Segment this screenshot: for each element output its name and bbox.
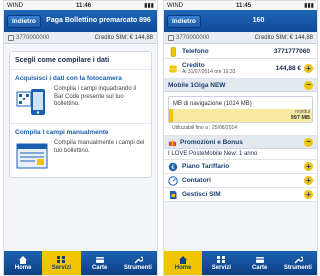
- manual-option-title[interactable]: Compila i campi manualmente: [15, 129, 146, 136]
- expand-icon[interactable]: +: [304, 162, 313, 171]
- traffic-label: MB di navigazione (1024 MB): [173, 101, 252, 107]
- sim-info-bar: 3770000000 Credito SIM: € 144,88: [164, 32, 317, 44]
- camera-option[interactable]: Acquisisci i dati con la fotocamera Comp…: [10, 70, 151, 124]
- tab-bar: Home Servizi Carte Strumenti: [164, 251, 317, 275]
- tab-strumenti-label: Strumenti: [283, 265, 312, 271]
- home-icon: [19, 256, 28, 264]
- card-heading: Scegli come compilare i dati: [10, 52, 151, 70]
- cards-icon: [255, 257, 264, 263]
- telefono-label: Telefono: [182, 48, 209, 55]
- contatori-row[interactable]: Contatori +: [164, 174, 317, 188]
- sim-credit: Credito SIM: € 144,88: [94, 34, 153, 41]
- collapse-icon[interactable]: −: [304, 137, 313, 147]
- form-icon: [16, 143, 48, 169]
- sim-icon: [168, 34, 174, 41]
- manual-option[interactable]: Compila i campi manualmente Compila manu…: [10, 124, 151, 177]
- expand-icon[interactable]: +: [304, 190, 313, 199]
- promo-title: Promozioni e Bonus: [180, 138, 243, 146]
- page-title: Paga Bollettino premarcato 896: [46, 17, 151, 24]
- sim-info-bar: 3770000000 Credito SIM: € 144,88: [4, 32, 157, 44]
- left-screen: WIND 11:46 ▮▮▮ Indietro Paga Bollettino …: [3, 0, 158, 276]
- tab-servizi-label: Servizi: [51, 265, 72, 271]
- cards-icon: [95, 257, 104, 263]
- contatori-label: Contatori: [182, 177, 211, 184]
- status-bar: WIND 11:46 ▮▮▮: [4, 1, 157, 10]
- promo-item[interactable]: I LOVE PosteMobile New: 1 anno: [164, 149, 317, 160]
- tab-home[interactable]: Home: [164, 251, 203, 275]
- gestisci-sim-label: Gestisci SIM: [182, 191, 221, 198]
- tab-home[interactable]: Home: [4, 251, 42, 275]
- piano-tariffario-label: Piano Tariffario: [182, 163, 230, 170]
- tab-home-label: Home: [174, 265, 192, 271]
- main-content: Scegli come compilare i dati Acquisisci …: [4, 45, 157, 251]
- tab-carte[interactable]: Carte: [241, 251, 279, 275]
- tab-servizi[interactable]: Servizi: [42, 251, 81, 275]
- credito-date: Al 31/07/2014 ore 10:33: [182, 69, 236, 75]
- clock: 11:45: [236, 2, 252, 9]
- credito-value: 144,88 €: [275, 65, 301, 72]
- camera-option-text: Compila i campi inquadrando il Bar Code …: [54, 86, 137, 107]
- collapse-icon[interactable]: −: [304, 80, 313, 90]
- phone-number: 3770000000: [176, 34, 210, 41]
- counters-icon: [168, 175, 178, 186]
- nav-bar: Indietro Paga Bollettino premarcato 896: [4, 10, 157, 32]
- tab-strumenti[interactable]: Strumenti: [279, 251, 317, 275]
- coins-icon: [169, 64, 177, 73]
- back-button[interactable]: Indietro: [7, 14, 41, 28]
- nav-bar: Indietro 160: [164, 10, 317, 32]
- right-screen: WIND 11:45 ▮▮▮ Indietro 160 3770000000 C…: [163, 0, 318, 276]
- tools-icon: [134, 256, 143, 264]
- back-button[interactable]: Indietro: [167, 14, 201, 28]
- credito-row: Credito Al 31/07/2014 ore 10:33 144,88 €…: [164, 59, 317, 79]
- carrier-label: WIND: [7, 2, 23, 9]
- phone-icon: [170, 46, 176, 57]
- tab-carte-label: Carte: [91, 265, 108, 271]
- gestisci-sim-row[interactable]: Gestisci SIM +: [164, 188, 317, 202]
- services-icon: [217, 256, 226, 263]
- piano-tariffario-row[interactable]: € Piano Tariffario +: [164, 160, 317, 174]
- tab-strumenti-label: Strumenti: [123, 265, 152, 271]
- home-icon: [179, 256, 188, 264]
- sim-icon: [8, 34, 14, 41]
- battery-icon: ▮▮▮: [144, 3, 154, 9]
- credito-label: Credito: [182, 62, 205, 69]
- tariff-icon: €: [168, 162, 178, 171]
- traffic-progress-bar: residui 997 MB: [169, 109, 312, 122]
- plan-title: Mobile 1Giga NEW: [168, 81, 226, 89]
- sim-manage-icon: [170, 190, 177, 199]
- status-bar: WIND 11:45 ▮▮▮: [164, 1, 317, 10]
- manual-option-text: Compila manualmente i campi del tuo boll…: [54, 140, 145, 154]
- promo-header[interactable]: Promozioni e Bonus −: [164, 136, 317, 149]
- gift-icon: [168, 139, 177, 146]
- phone-number: 3770000000: [16, 34, 50, 41]
- clock: 11:46: [76, 2, 92, 9]
- camera-option-title[interactable]: Acquisisci i dati con la fotocamera: [15, 75, 146, 82]
- plan-header[interactable]: Mobile 1Giga NEW −: [164, 79, 317, 92]
- page-title: 160: [252, 17, 265, 24]
- main-content: Telefono 3771777060 Credito Al 31/07/201…: [164, 45, 317, 251]
- tools-icon: [294, 256, 303, 264]
- telefono-row: Telefono 3771777060: [164, 45, 317, 59]
- tab-servizi-label: Servizi: [211, 265, 232, 271]
- valid-until: Utilizzabili fino a : 25/08/2014: [172, 125, 238, 131]
- tab-strumenti[interactable]: Strumenti: [119, 251, 157, 275]
- remaining-value: 997 MB: [290, 114, 310, 121]
- expand-icon[interactable]: +: [304, 176, 313, 185]
- telefono-value: 3771777060: [273, 48, 310, 55]
- services-icon: [57, 256, 66, 263]
- add-credit-button[interactable]: +: [304, 64, 313, 73]
- battery-icon: ▮▮▮: [304, 3, 314, 9]
- tab-carte[interactable]: Carte: [81, 251, 119, 275]
- fill-method-card: Scegli come compilare i dati Acquisisci …: [9, 51, 152, 178]
- tab-servizi[interactable]: Servizi: [202, 251, 240, 275]
- phone-camera-icon: [16, 89, 45, 115]
- tab-carte-label: Carte: [251, 265, 268, 271]
- tab-home-label: Home: [14, 265, 32, 271]
- tab-bar: Home Servizi Carte Strumenti: [4, 251, 157, 275]
- traffic-remaining: residui 997 MB: [173, 109, 312, 122]
- carrier-label: WIND: [167, 2, 183, 9]
- sim-credit: Credito SIM: € 144,88: [254, 34, 313, 41]
- traffic-panel: MB di navigazione (1024 MB) residui 997 …: [164, 92, 317, 136]
